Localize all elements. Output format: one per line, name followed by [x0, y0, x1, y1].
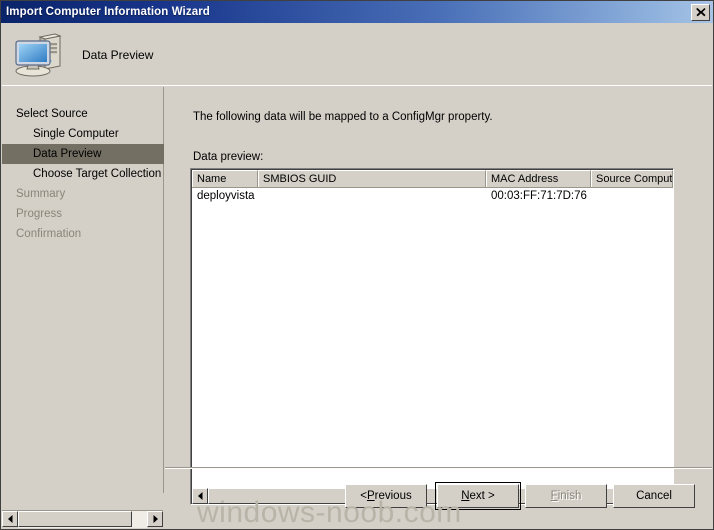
table-row[interactable]: deployvista 00:03:FF:71:7D:76 [192, 188, 673, 205]
finish-button: Finish [525, 484, 607, 508]
cell-mac-address: 00:03:FF:71:7D:76 [491, 190, 587, 202]
cancel-button-label: Cancel [636, 490, 672, 502]
content-pane: The following data will be mapped to a C… [165, 87, 712, 505]
grid-body: deployvista 00:03:FF:71:7D:76 [192, 188, 673, 486]
data-preview-label: Data preview: [193, 151, 264, 163]
intro-text: The following data will be mapped to a C… [193, 111, 493, 123]
previous-button-mnemonic: P [366, 490, 375, 502]
button-bar: < Previous Next > Finish Cancel [165, 471, 712, 521]
column-header-smbios-guid[interactable]: SMBIOS GUID [258, 170, 486, 187]
window-scroll-track[interactable] [18, 511, 147, 528]
window-scroll-left-button[interactable] [2, 511, 18, 527]
column-header-mac-address[interactable]: MAC Address [486, 170, 591, 187]
cell-smbios-guid [258, 188, 486, 205]
previous-button-suffix: revious [374, 490, 412, 502]
window-scroll-thumb[interactable] [18, 511, 132, 527]
arrow-left-icon [7, 515, 12, 523]
data-preview-grid: Name SMBIOS GUID MAC Address Source Comp… [190, 168, 674, 505]
close-icon [695, 7, 705, 16]
finish-button-mnemonic: F [550, 490, 558, 502]
cell-source-computer [591, 188, 673, 205]
sidebar-item-progress[interactable]: Progress [2, 204, 163, 224]
grid-inner: Name SMBIOS GUID MAC Address Source Comp… [191, 169, 673, 504]
sidebar-item-single-computer[interactable]: Single Computer [2, 124, 163, 144]
window-scroll-right-button[interactable] [147, 511, 163, 527]
close-button[interactable] [691, 3, 710, 21]
sidebar-item-choose-target-collection[interactable]: Choose Target Collection [2, 164, 163, 184]
arrow-right-icon [153, 515, 158, 523]
wizard-dialog: Import Computer Information Wizard Data … [0, 0, 714, 530]
title-bar: Import Computer Information Wizard [1, 1, 713, 23]
computer-icon [15, 32, 62, 76]
header-banner: Data Preview [2, 24, 712, 86]
sidebar-item-confirmation[interactable]: Confirmation [2, 224, 163, 244]
sidebar-item-data-preview[interactable]: Data Preview [2, 144, 164, 164]
next-button-suffix: ext > [469, 490, 495, 502]
sidebar-item-select-source[interactable]: Select Source [2, 104, 163, 124]
grid-header-row: Name SMBIOS GUID MAC Address Source Comp… [192, 170, 673, 188]
column-header-name[interactable]: Name [192, 170, 258, 187]
wizard-step-list: Select Source Single Computer Data Previ… [2, 87, 164, 493]
page-title: Data Preview [82, 47, 154, 62]
next-button-mnemonic: N [461, 490, 470, 502]
column-header-source-computer[interactable]: Source Computer [591, 170, 673, 187]
previous-button[interactable]: < Previous [345, 484, 427, 508]
button-bar-divider [165, 467, 712, 469]
previous-button-prefix: < [360, 490, 367, 502]
cell-name: deployvista [197, 190, 255, 202]
finish-button-suffix: inish [557, 490, 582, 502]
next-button[interactable]: Next > [435, 482, 521, 510]
sidebar-item-summary[interactable]: Summary [2, 184, 163, 204]
cancel-button[interactable]: Cancel [613, 484, 695, 508]
window-title: Import Computer Information Wizard [6, 6, 210, 18]
window-horizontal-scrollbar[interactable] [2, 510, 163, 528]
